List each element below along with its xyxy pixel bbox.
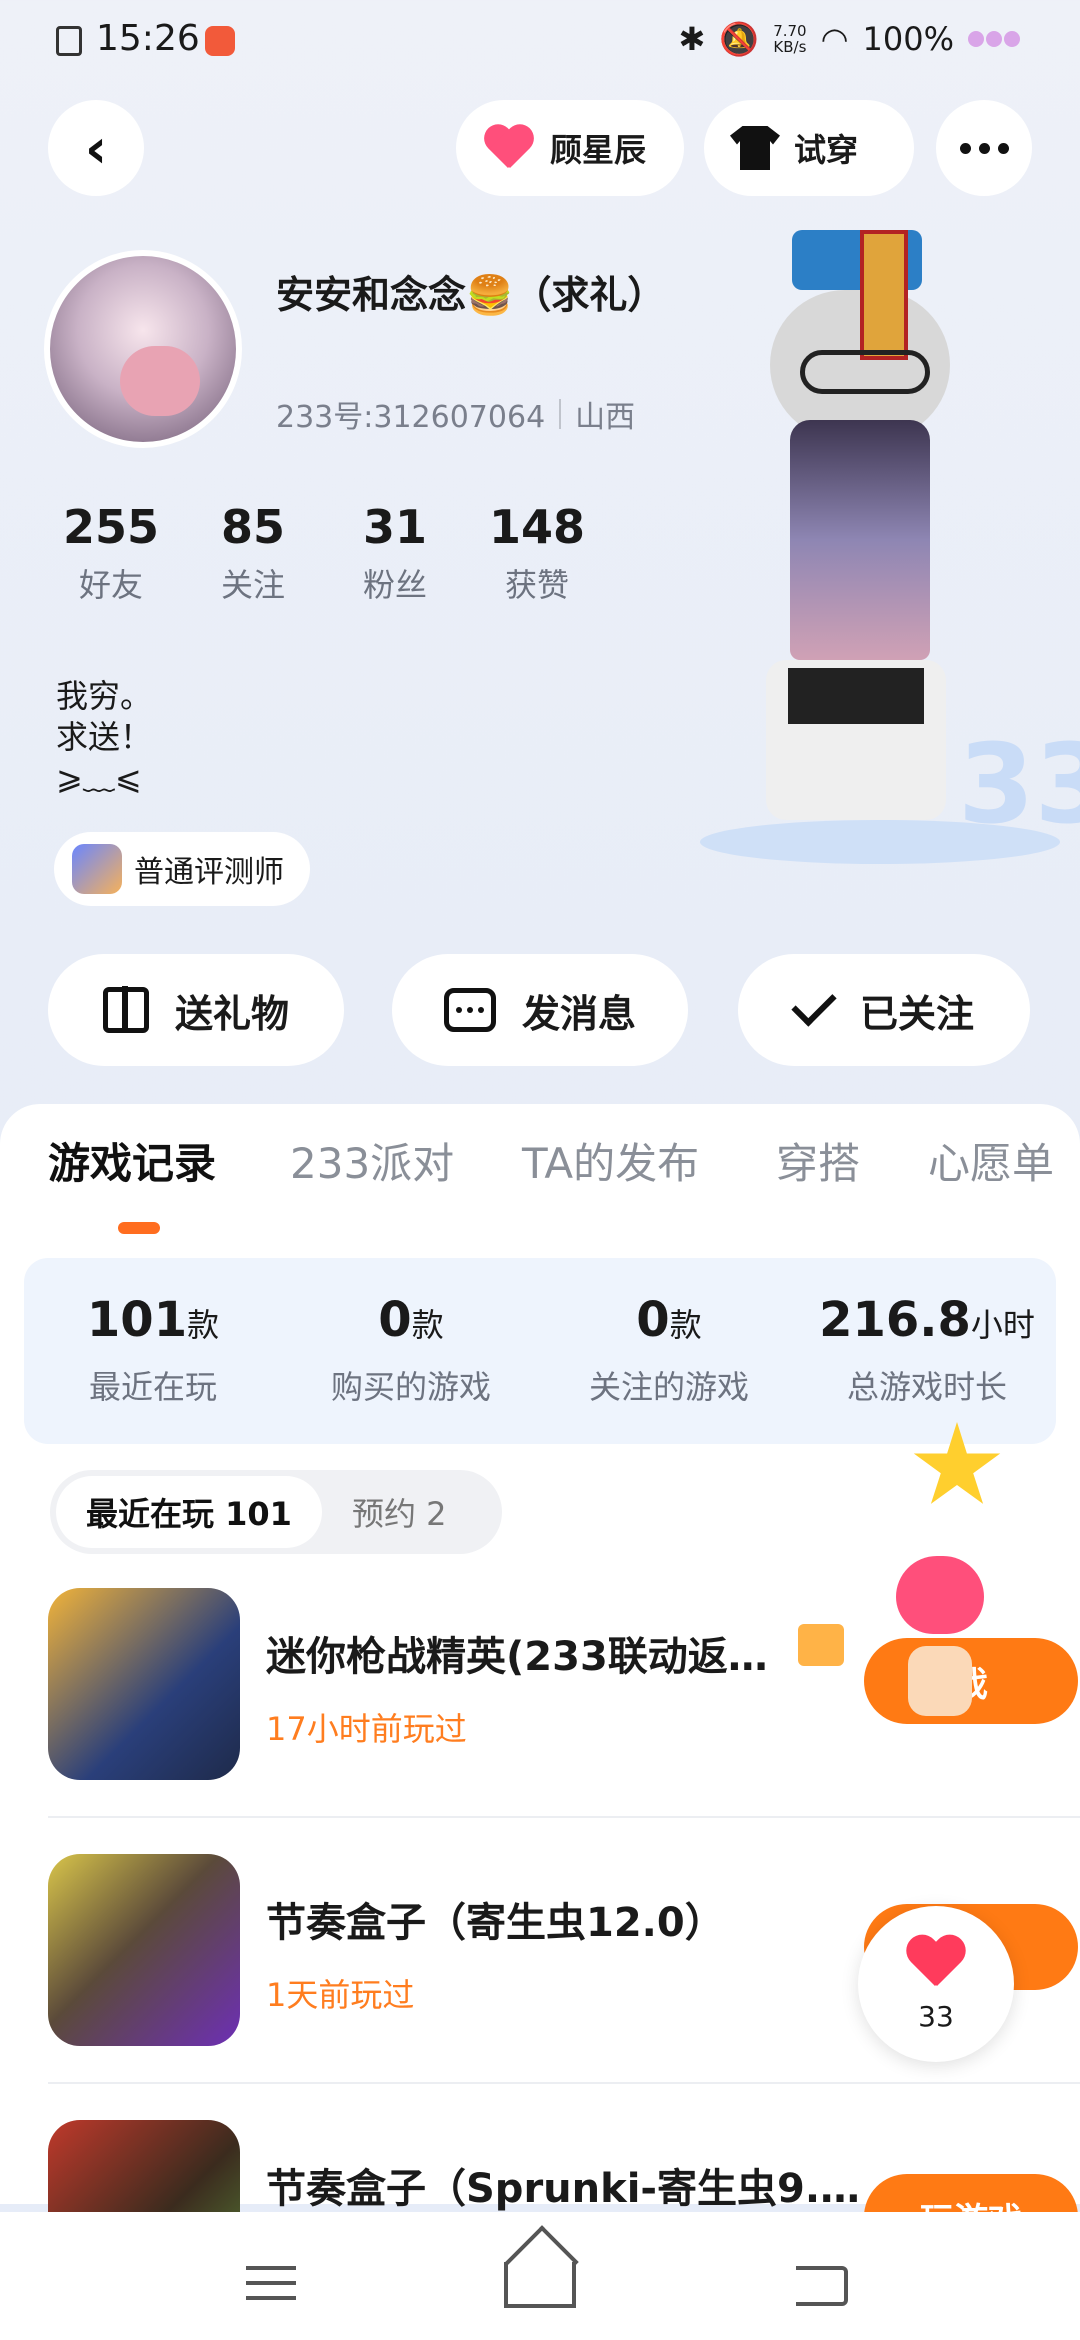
games-segment-control: 最近在玩 101 预约 2	[50, 1470, 502, 1554]
following-button[interactable]: 已关注	[738, 954, 1030, 1066]
tab-outfits[interactable]: 穿搭	[776, 1130, 860, 1191]
stat-likes[interactable]: 148 获赞	[466, 500, 608, 606]
user-region: 山西	[575, 400, 636, 435]
summary-purchased[interactable]: 0款 购买的游戏	[282, 1258, 540, 1444]
bluetooth-icon: ✱	[678, 20, 706, 58]
play-button[interactable]: 玩游戏	[864, 2174, 1078, 2212]
badge-label: 普通评测师	[134, 855, 284, 890]
stat-friends[interactable]: 255 好友	[40, 500, 182, 606]
game-icon	[48, 1588, 240, 1780]
like-button[interactable]: 33	[858, 1906, 1014, 2062]
divider	[48, 1816, 1080, 1818]
tab-posts[interactable]: TA的发布	[522, 1130, 699, 1191]
shirt-icon	[730, 126, 780, 170]
sim-icon	[56, 26, 82, 56]
thumbs-up-balloon-icon	[888, 1556, 988, 1716]
reviewer-badge[interactable]: 普通评测师	[54, 832, 310, 906]
try-on-button[interactable]: 试穿	[704, 100, 914, 196]
message-icon	[443, 988, 496, 1032]
send-message-button[interactable]: 发消息	[392, 954, 688, 1066]
game-title: 迷你枪战精英(233联动返…	[266, 1634, 768, 1680]
heart-partner-label: 顾星辰	[550, 131, 647, 169]
home-icon[interactable]	[504, 2262, 576, 2308]
segment-reserved[interactable]: 预约 2	[322, 1476, 477, 1548]
user-id-row: 233号:312607064 山西	[276, 392, 635, 436]
bio: 我穷。 求送！ ⩾﹏⩽	[56, 677, 153, 797]
mute-icon: 🔕	[719, 20, 760, 58]
avatar[interactable]	[44, 250, 242, 448]
back-icon[interactable]	[796, 2266, 848, 2306]
menu-icon[interactable]	[246, 2266, 296, 2300]
heart-icon	[905, 1936, 967, 1990]
game-last-played: 17小时前玩过	[266, 1710, 467, 1748]
chevron-left-icon: ‹	[84, 116, 108, 180]
avatar-character[interactable]	[730, 210, 990, 840]
send-message-label: 发消息	[521, 991, 636, 1036]
battery-icon	[968, 31, 1020, 47]
tab-indicator	[118, 1222, 160, 1234]
system-nav-bar	[0, 2212, 1080, 2340]
tab-bar: 游戏记录 233派对 TA的发布 穿搭 心愿单	[0, 1130, 1080, 1210]
check-icon	[791, 981, 837, 1027]
heart-icon	[482, 126, 536, 170]
back-button[interactable]: ‹	[48, 100, 144, 196]
stat-fans[interactable]: 31 粉丝	[324, 500, 466, 606]
summary-recent[interactable]: 101款 最近在玩	[24, 1258, 282, 1444]
tab-233-party[interactable]: 233派对	[290, 1130, 454, 1191]
following-label: 已关注	[859, 991, 974, 1036]
like-count: 33	[918, 1999, 954, 2033]
username: 安安和念念🍔（求礼）	[276, 273, 666, 317]
summary-playtime[interactable]: 216.8小时 总游戏时长	[798, 1258, 1056, 1444]
clock: 15:26	[96, 18, 200, 59]
app-notification-icon	[205, 26, 235, 56]
divider	[48, 2082, 1080, 2084]
gift-icon	[102, 986, 149, 1033]
profile-stats: 255 好友 85 关注 31 粉丝 148 获赞	[40, 500, 608, 606]
status-icons: ✱ 🔕 7.70 KB/s ◠ 100%	[679, 20, 1020, 58]
send-gift-label: 送礼物	[174, 991, 289, 1036]
list-item[interactable]: 节奏盒子（Sprunki-寄生虫9.… 玩游戏	[48, 2120, 1080, 2212]
game-icon	[48, 2120, 240, 2212]
send-gift-button[interactable]: 送礼物	[48, 954, 344, 1066]
try-on-label: 试穿	[794, 131, 859, 169]
game-title: 节奏盒子（Sprunki-寄生虫9.…	[266, 2166, 861, 2212]
gift-icon[interactable]	[798, 1624, 844, 1666]
game-last-played: 1天前玩过	[266, 1976, 415, 2014]
summary-followed[interactable]: 0款 关注的游戏	[540, 1258, 798, 1444]
segment-recent[interactable]: 最近在玩 101	[56, 1476, 322, 1548]
more-button[interactable]	[936, 100, 1032, 196]
heart-partner-button[interactable]: 顾星辰	[456, 100, 684, 196]
game-title: 节奏盒子（寄生虫12.0）	[266, 1900, 725, 1946]
tab-wishlist[interactable]: 心愿单	[928, 1130, 1054, 1191]
game-icon	[48, 1854, 240, 2046]
game-summary-card: 101款 最近在玩 0款 购买的游戏 0款 关注的游戏 216.8小时 总游戏时长	[24, 1258, 1056, 1444]
user-id: 233号:312607064	[276, 400, 546, 435]
stat-following[interactable]: 85 关注	[182, 500, 324, 606]
status-bar: 15:26 ✱ 🔕 7.70 KB/s ◠ 100%	[0, 0, 1080, 84]
tab-game-records[interactable]: 游戏记录	[48, 1130, 216, 1191]
battery-text: 100%	[862, 20, 954, 58]
net-speed: 7.70 KB/s	[773, 22, 807, 56]
wifi-icon: ◠	[820, 20, 849, 58]
badge-icon	[72, 844, 122, 894]
